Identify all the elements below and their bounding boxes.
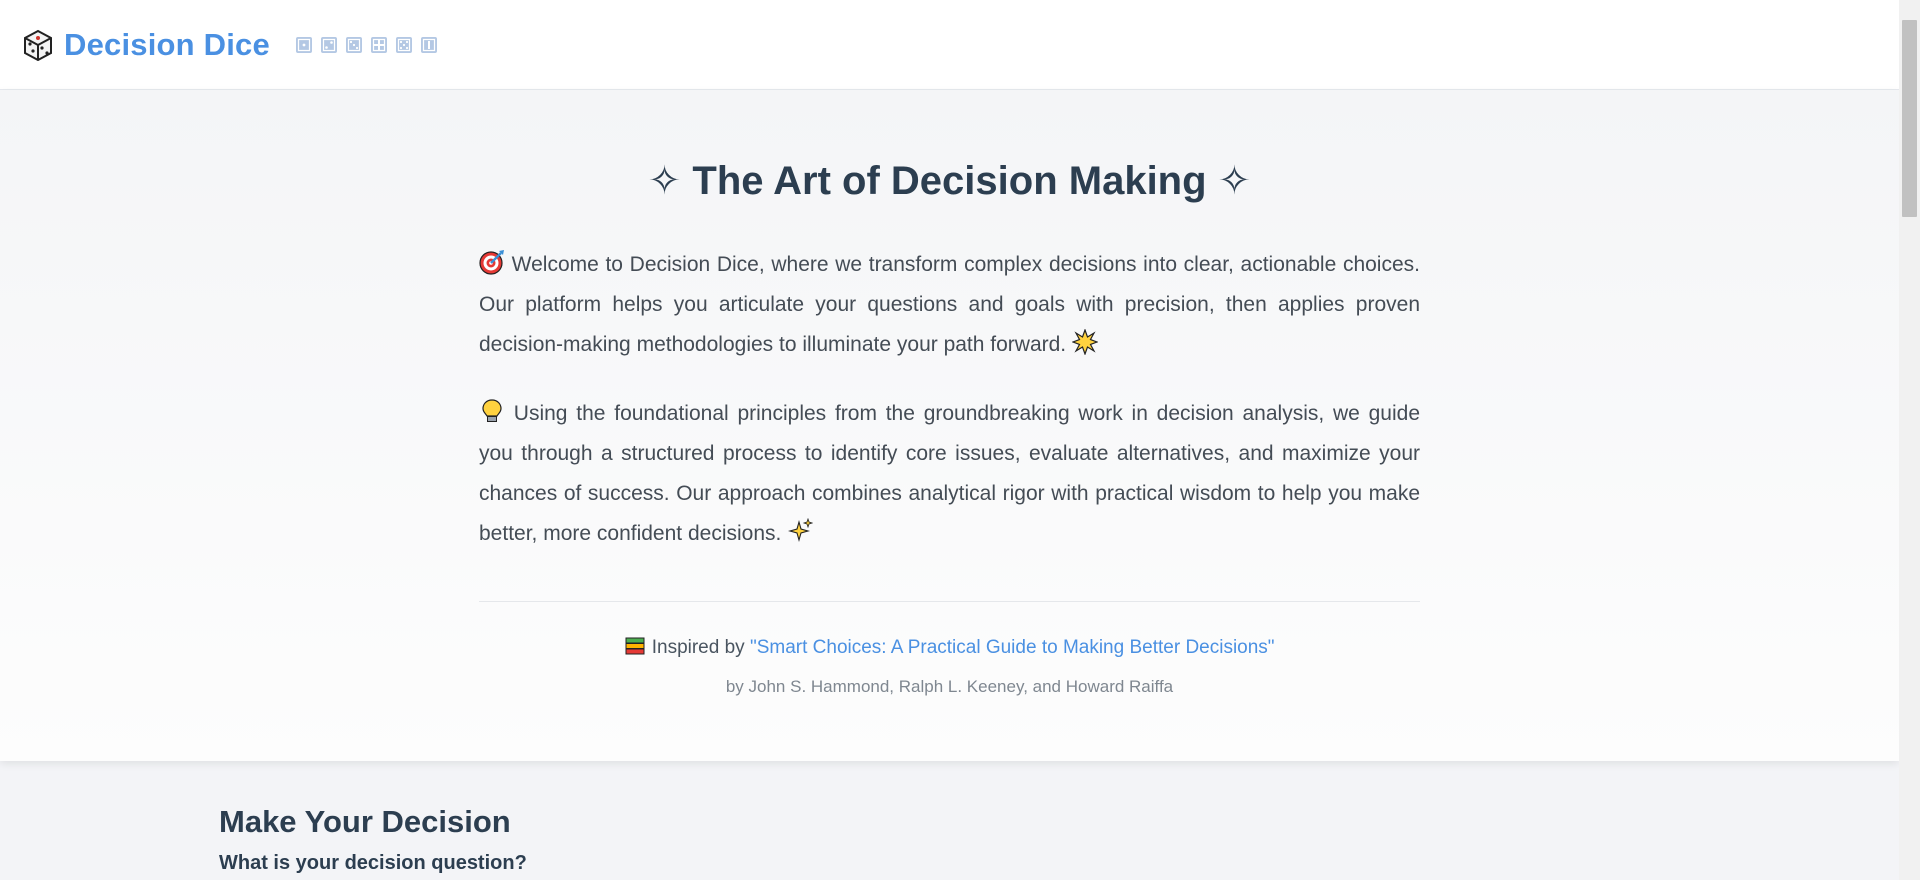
burst-icon: [1071, 328, 1099, 356]
inspired-prefix: Inspired by: [651, 637, 745, 658]
die-face-6-icon: [420, 36, 437, 53]
inspired-by-line: Inspired by "Smart Choices: A Practical …: [0, 635, 1899, 659]
die-face-1-icon: [295, 36, 312, 53]
hero-title: ✧ The Art of Decision Making ✧: [647, 159, 1252, 203]
brand-name[interactable]: Decision Dice: [64, 27, 270, 63]
hero-section: ✧ The Art of Decision Making ✧ Welcome t…: [0, 90, 1899, 761]
section-title: Make Your Decision: [219, 804, 511, 839]
scrollbar[interactable]: [1899, 0, 1920, 880]
intro-text: Welcome to Decision Dice, where we trans…: [479, 253, 1420, 356]
book-link[interactable]: "Smart Choices: A Practical Guide to Mak…: [750, 637, 1275, 658]
lightbulb-icon: [479, 398, 505, 424]
sparkles-icon: [787, 517, 814, 544]
dice-icons-row: [295, 36, 437, 53]
die-icon[interactable]: [22, 29, 54, 61]
book-authors: by John S. Hammond, Ralph L. Keeney, and…: [725, 677, 1174, 696]
site-header: Decision Dice: [0, 0, 1899, 90]
intro-paragraph: Welcome to Decision Dice, where we trans…: [479, 245, 1420, 365]
scrollbar-thumb[interactable]: [1902, 20, 1917, 217]
divider: [479, 601, 1420, 602]
approach-text: Using the foundational principles from t…: [479, 402, 1420, 545]
die-face-2-icon: [320, 36, 337, 53]
die-face-5-icon: [395, 36, 412, 53]
die-face-3-icon: [345, 36, 362, 53]
target-icon: [479, 249, 505, 275]
die-face-4-icon: [370, 36, 387, 53]
books-icon: [624, 635, 646, 657]
approach-paragraph: Using the foundational principles from t…: [479, 394, 1420, 554]
decision-question-label: What is your decision question?: [219, 852, 527, 874]
